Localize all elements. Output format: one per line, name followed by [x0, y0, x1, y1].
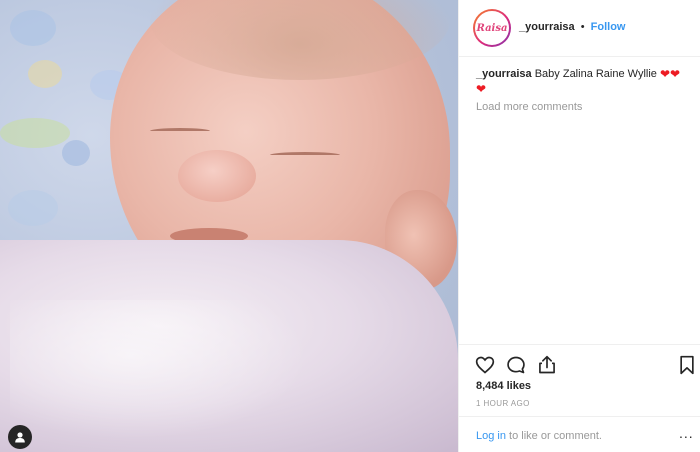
caption-text: Baby Zalina Raine Wyllie: [534, 68, 657, 80]
header-line: _yourraisa • Follow: [519, 21, 625, 33]
action-bar: [459, 344, 700, 380]
heart-emoji: ❤: [476, 82, 487, 96]
more-options-icon[interactable]: ...: [679, 425, 694, 441]
heart-outline-icon[interactable]: [475, 355, 495, 380]
post-footer: Log in to like or comment. ...: [459, 416, 700, 452]
heart-emoji: ❤: [659, 67, 671, 81]
post-timestamp[interactable]: 1 HOUR AGO: [476, 399, 530, 408]
heart-emoji: ❤: [670, 67, 681, 81]
blanket-pattern: [8, 190, 58, 226]
blanket-pattern: [62, 140, 90, 166]
user-tag-icon[interactable]: [8, 425, 32, 449]
likes-count[interactable]: 8,484 likes: [476, 380, 531, 392]
blanket-highlight: [10, 300, 310, 440]
login-prompt-text: to like or comment.: [509, 430, 602, 442]
load-more-comments-button[interactable]: Load more comments: [476, 101, 582, 113]
blanket-pattern: [0, 118, 70, 148]
comment-bubble-icon[interactable]: [506, 355, 526, 380]
post-username[interactable]: _yourraisa: [519, 21, 575, 33]
follow-button[interactable]: Follow: [591, 21, 626, 33]
avatar-logo-text: Raisa: [476, 22, 508, 34]
baby-eye-left: [150, 128, 210, 134]
login-prompt: Log in to like or comment.: [476, 430, 602, 442]
caption: _yourraisa Baby Zalina Raine Wyllie ❤❤ ❤: [476, 67, 691, 97]
post-photo[interactable]: [0, 0, 458, 452]
post-sidebar: Raisa _yourraisa • Follow _yourraisa Bab…: [458, 0, 700, 452]
separator-dot: •: [580, 21, 585, 33]
login-link[interactable]: Log in: [476, 430, 506, 442]
blanket-pattern: [10, 10, 56, 46]
baby-eye-right: [270, 152, 340, 158]
post-header: Raisa _yourraisa • Follow: [459, 0, 700, 57]
share-icon[interactable]: [537, 355, 557, 380]
baby-nose: [178, 150, 256, 202]
blanket-pattern: [28, 60, 62, 88]
avatar[interactable]: Raisa: [473, 9, 511, 47]
bookmark-icon[interactable]: [679, 355, 695, 380]
caption-username[interactable]: _yourraisa: [476, 68, 532, 80]
